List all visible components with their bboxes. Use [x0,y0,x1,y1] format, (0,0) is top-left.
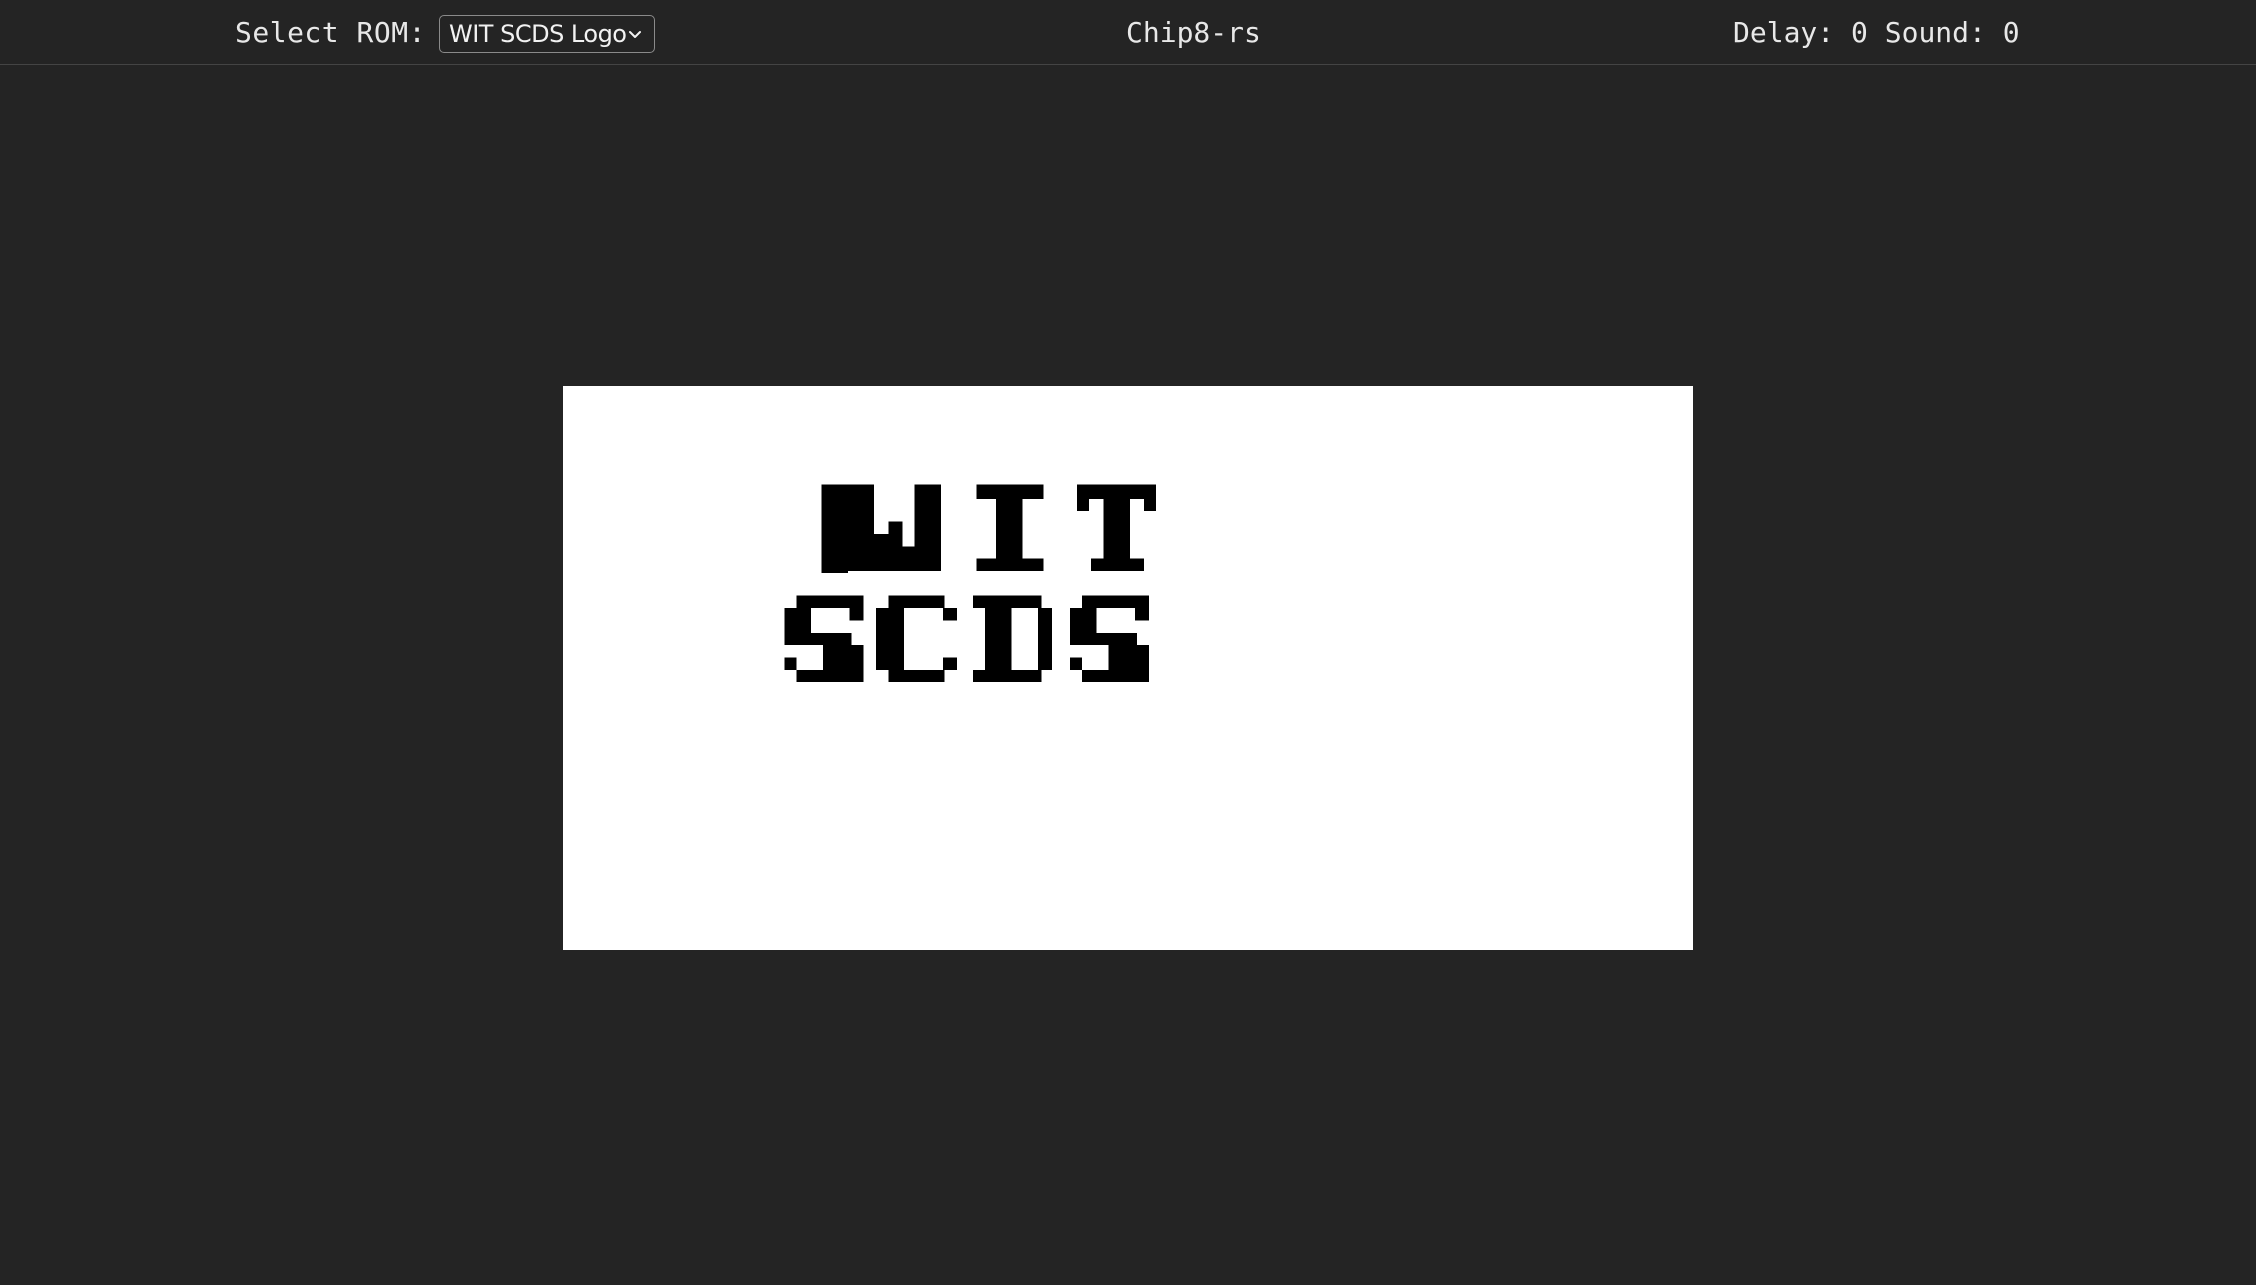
timer-readout: Delay: 0 Sound: 0 [1733,0,2020,65]
chevron-down-icon [629,31,641,38]
wit-scds-logo [564,386,1692,950]
chip8-display [563,386,1693,950]
delay-label: Delay: [1733,16,1835,49]
rom-select-value: WIT SCDS Logo [449,20,627,48]
rom-select-label: Select ROM: [235,16,426,49]
app-title: Chip8-rs [1126,16,1261,49]
delay-value: 0 [1851,16,1868,49]
rom-select-dropdown[interactable]: WIT SCDS Logo [439,15,655,53]
top-toolbar: Select ROM: WIT SCDS Logo Chip8-rs Delay… [0,0,2256,65]
sound-value: 0 [2002,16,2020,49]
sound-label: Sound: [1884,16,1986,49]
